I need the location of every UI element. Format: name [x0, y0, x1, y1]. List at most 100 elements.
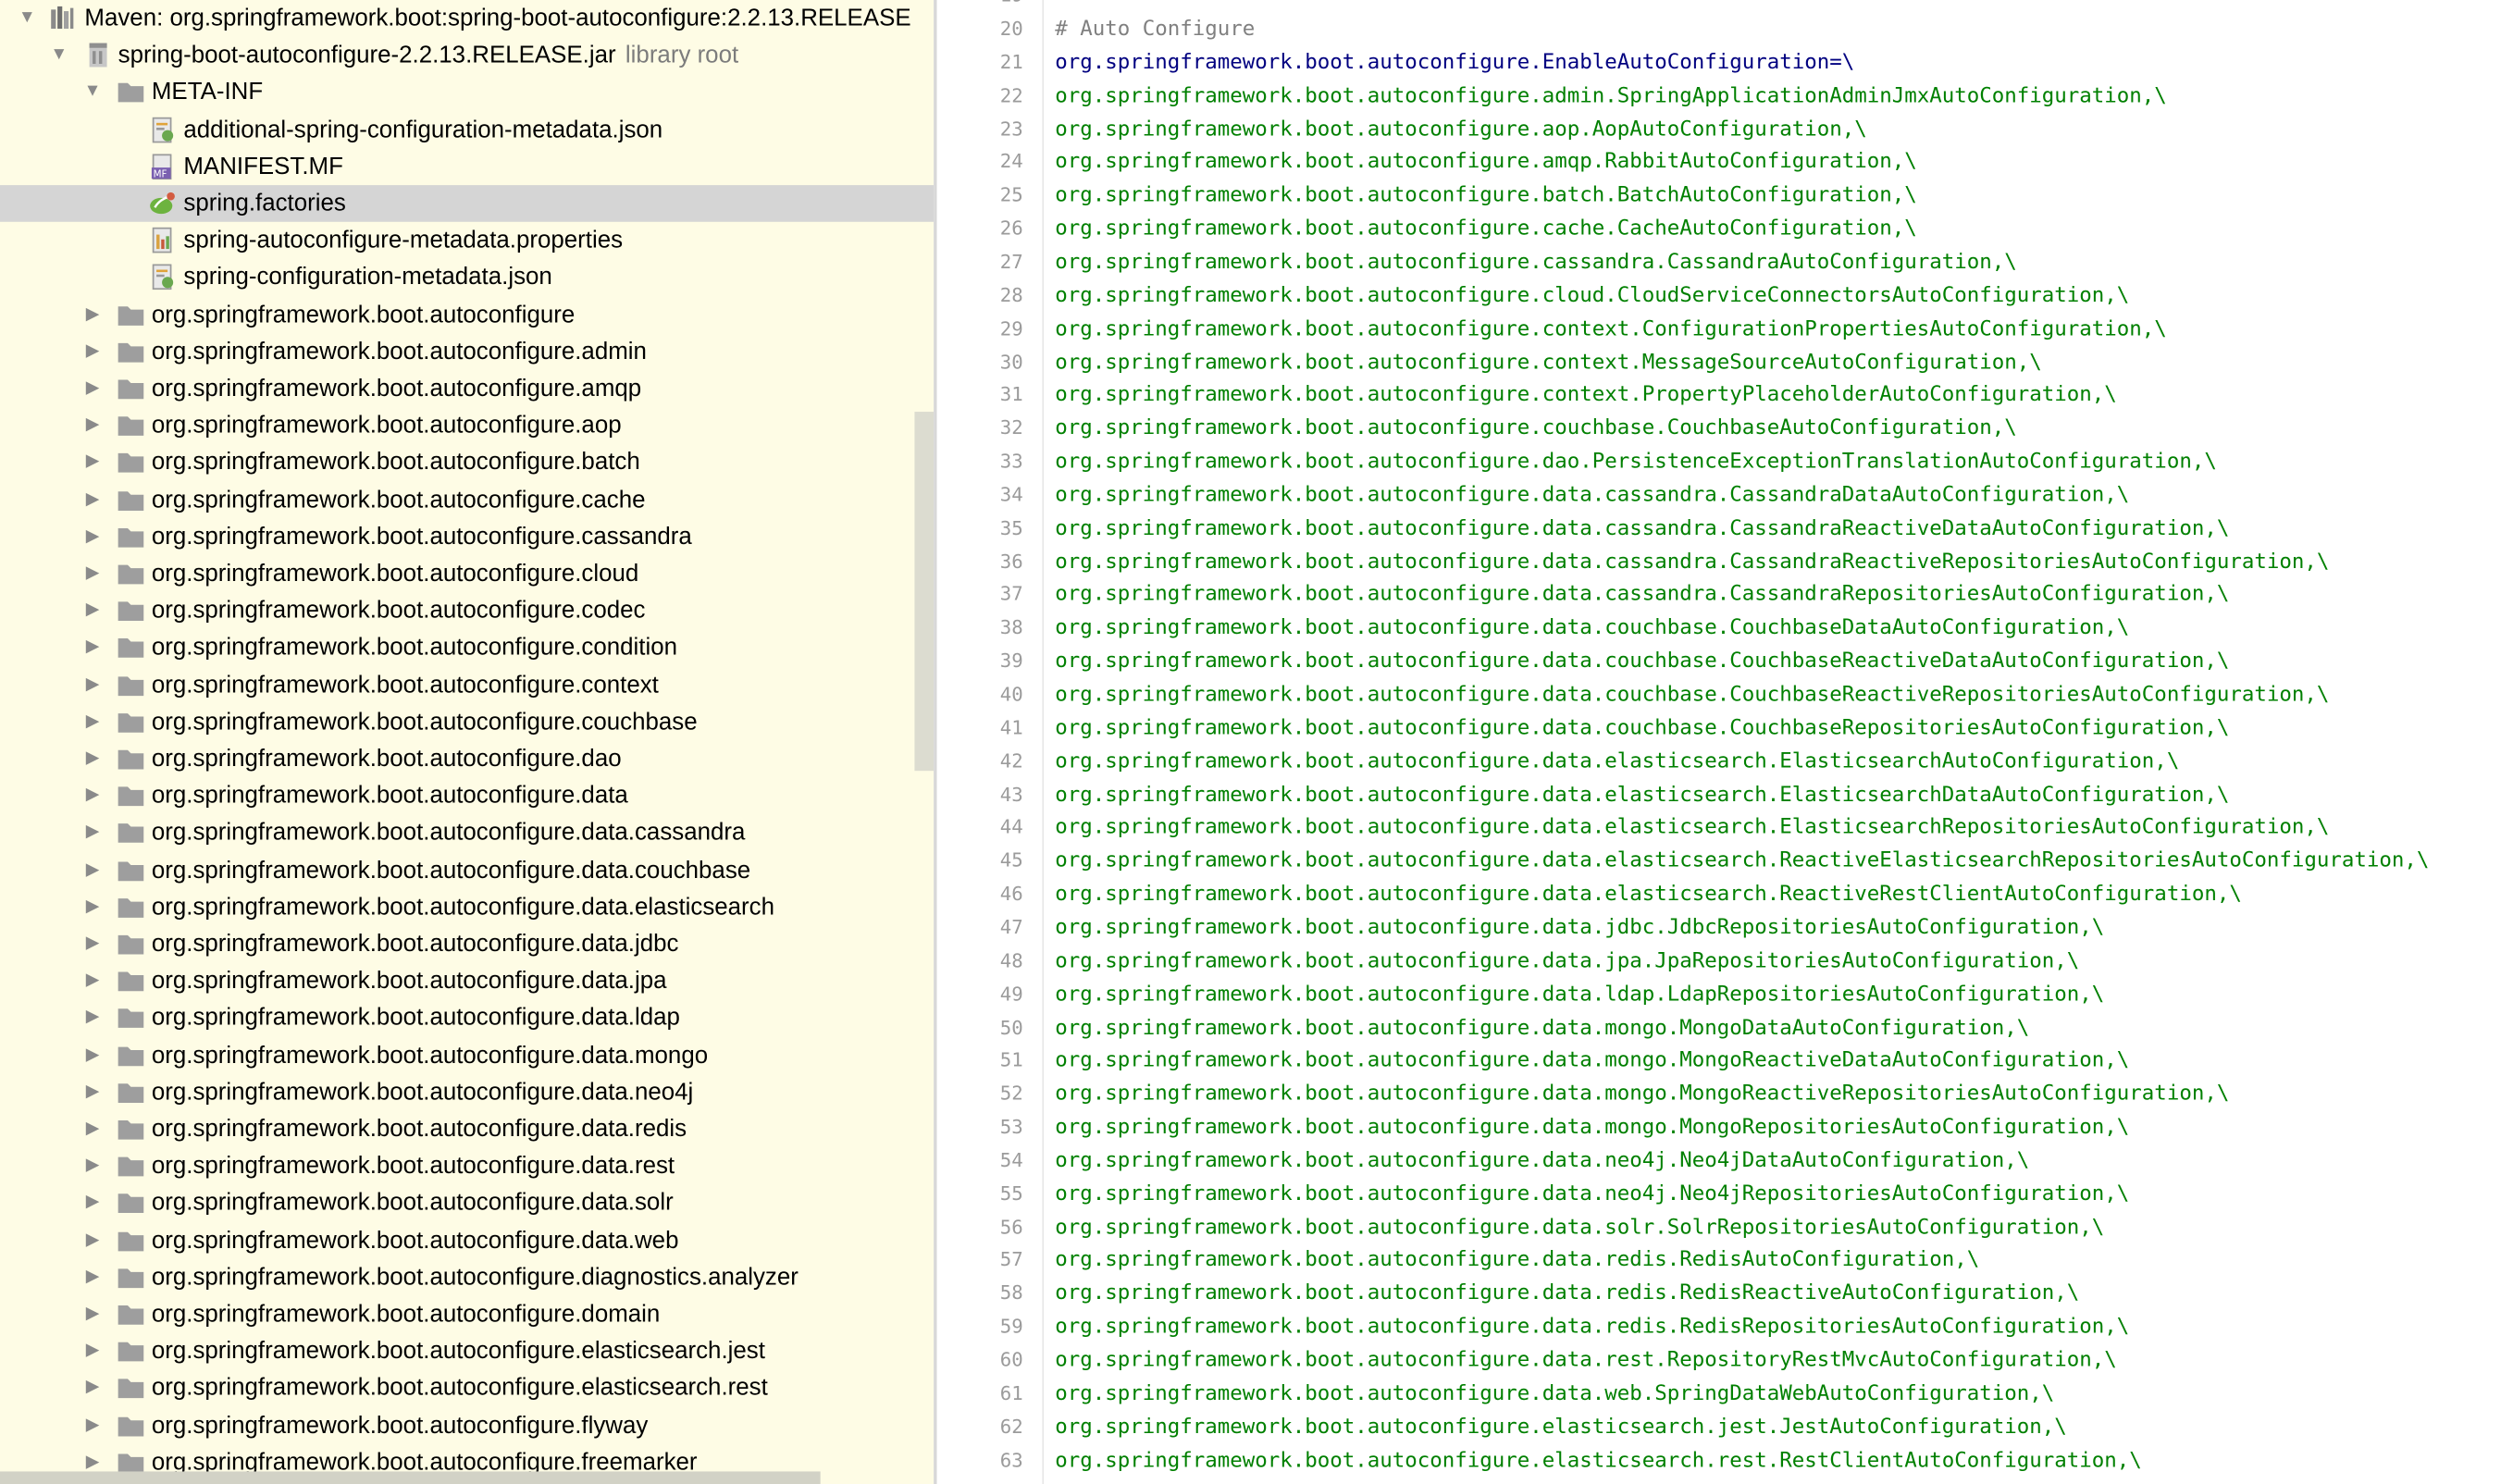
tree-item[interactable]: spring.factories: [0, 185, 935, 222]
chevron-right-icon[interactable]: ▶: [81, 740, 104, 777]
tree-item[interactable]: ▶ org.springframework.boot.autoconfigure.…: [0, 777, 934, 814]
chevron-right-icon[interactable]: ▶: [81, 555, 104, 592]
tree-item[interactable]: additional-spring-configuration-metadata…: [0, 111, 934, 148]
tree-item[interactable]: ▶ org.springframework.boot.autoconfigure.…: [0, 888, 934, 925]
chevron-down-icon[interactable]: ▼: [48, 37, 70, 74]
tree-item[interactable]: ▶ org.springframework.boot.autoconfigure.…: [0, 926, 934, 963]
tree-item[interactable]: ▼ META-INF: [0, 74, 934, 111]
property-value[interactable]: org.springframework.boot.autoconfigure.a…: [1055, 146, 1917, 179]
tree-item[interactable]: ▶ org.springframework.boot.autoconfigure.…: [0, 1333, 934, 1370]
property-value[interactable]: org.springframework.boot.autoconfigure.d…: [1055, 1211, 2104, 1244]
chevron-right-icon[interactable]: ▶: [81, 1370, 104, 1407]
tree-item[interactable]: ▶ org.springframework.boot.autoconfigure.…: [0, 518, 934, 555]
tree-item[interactable]: ▶ org.springframework.boot.autoconfigure.…: [0, 333, 934, 370]
property-value[interactable]: org.springframework.boot.autoconfigure.e…: [1055, 1410, 2067, 1443]
chevron-right-icon[interactable]: ▶: [81, 1148, 104, 1185]
tree-item[interactable]: ▶ org.springframework.boot.autoconfigure.…: [0, 1407, 934, 1444]
chevron-right-icon[interactable]: ▶: [81, 407, 104, 444]
property-value[interactable]: org.springframework.boot.autoconfigure.c…: [1055, 246, 2017, 279]
property-value[interactable]: org.springframework.boot.autoconfigure.c…: [1055, 378, 2117, 412]
tree-item[interactable]: ▶ org.springframework.boot.autoconfigure.…: [0, 1222, 934, 1259]
tree-item[interactable]: ▶ org.springframework.boot.autoconfigure.…: [0, 1037, 934, 1074]
property-value[interactable]: org.springframework.boot.autoconfigure.d…: [1055, 512, 2229, 545]
property-value[interactable]: org.springframework.boot.autoconfigure.d…: [1055, 612, 2129, 645]
property-value[interactable]: org.springframework.boot.autoconfigure.d…: [1055, 1011, 2029, 1045]
property-value[interactable]: org.springframework.boot.autoconfigure.d…: [1055, 1244, 1979, 1278]
chevron-right-icon[interactable]: ▶: [81, 592, 104, 629]
property-value[interactable]: org.springframework.boot.autoconfigure.d…: [1055, 845, 2429, 878]
chevron-right-icon[interactable]: ▶: [81, 1333, 104, 1370]
chevron-right-icon[interactable]: ▶: [81, 518, 104, 555]
chevron-right-icon[interactable]: ▶: [81, 962, 104, 999]
property-value[interactable]: org.springframework.boot.autoconfigure.c…: [1055, 412, 2017, 445]
tree-item[interactable]: ▶ org.springframework.boot.autoconfigure.…: [0, 481, 934, 518]
chevron-right-icon[interactable]: ▶: [81, 1111, 104, 1148]
tree-item[interactable]: ▶ org.springframework.boot.autoconfigure: [0, 296, 934, 333]
tree-item[interactable]: ▼ spring-boot-autoconfigure-2.2.13.RELEAS…: [0, 37, 934, 74]
tree-item[interactable]: ▶ org.springframework.boot.autoconfigure.…: [0, 444, 934, 481]
tree-item[interactable]: ▶ org.springframework.boot.autoconfigure.…: [0, 851, 934, 888]
chevron-right-icon[interactable]: ▶: [81, 703, 104, 740]
tree-item[interactable]: ▶ org.springframework.boot.autoconfigure.…: [0, 962, 934, 999]
tree-item[interactable]: ▶ org.springframework.boot.autoconfigure.…: [0, 703, 934, 740]
property-value[interactable]: org.springframework.boot.autoconfigure.d…: [1055, 578, 2229, 612]
chevron-right-icon[interactable]: ▶: [81, 1000, 104, 1037]
property-value[interactable]: org.springframework.boot.autoconfigure.d…: [1055, 678, 2329, 711]
chevron-right-icon[interactable]: ▶: [81, 1074, 104, 1111]
property-value[interactable]: org.springframework.boot.autoconfigure.c…: [1055, 312, 2167, 345]
property-value[interactable]: org.springframework.boot.autoconfigure.d…: [1055, 778, 2229, 811]
chevron-right-icon[interactable]: ▶: [81, 444, 104, 481]
chevron-right-icon[interactable]: ▶: [81, 814, 104, 851]
tree-item[interactable]: ▶ org.springframework.boot.autoconfigure.…: [0, 1259, 934, 1296]
property-value[interactable]: org.springframework.boot.autoconfigure.c…: [1055, 279, 2129, 313]
property-value[interactable]: org.springframework.boot.autoconfigure.d…: [1055, 711, 2229, 745]
property-value[interactable]: org.springframework.boot.autoconfigure.d…: [1055, 811, 2329, 845]
chevron-right-icon[interactable]: ▶: [81, 926, 104, 963]
chevron-right-icon[interactable]: ▶: [81, 1037, 104, 1074]
chevron-right-icon[interactable]: ▶: [81, 629, 104, 666]
property-value[interactable]: org.springframework.boot.autoconfigure.d…: [1055, 1343, 2117, 1377]
tree-vertical-scrollbar[interactable]: [914, 412, 935, 772]
tree-item[interactable]: spring-configuration-metadata.json: [0, 259, 934, 296]
tree-item[interactable]: ▶ org.springframework.boot.autoconfigure.…: [0, 1074, 934, 1111]
tree-item[interactable]: ▶ org.springframework.boot.autoconfigure.…: [0, 1111, 934, 1148]
property-value[interactable]: org.springframework.boot.autoconfigure.d…: [1055, 745, 2179, 778]
property-value[interactable]: org.springframework.boot.autoconfigure.d…: [1055, 945, 2079, 978]
property-value[interactable]: org.springframework.boot.autoconfigure.e…: [1055, 1443, 2142, 1477]
tree-item[interactable]: ▶ org.springframework.boot.autoconfigure.…: [0, 814, 934, 851]
property-value[interactable]: org.springframework.boot.autoconfigure.c…: [1055, 213, 1917, 246]
property-value[interactable]: org.springframework.boot.autoconfigure.d…: [1055, 1111, 2129, 1144]
chevron-right-icon[interactable]: ▶: [81, 1185, 104, 1222]
chevron-down-icon[interactable]: ▼: [16, 0, 38, 37]
chevron-right-icon[interactable]: ▶: [81, 1296, 104, 1333]
chevron-down-icon[interactable]: ▼: [81, 74, 104, 111]
property-value[interactable]: org.springframework.boot.autoconfigure.d…: [1055, 1045, 2129, 1078]
property-value[interactable]: org.springframework.boot.autoconfigure.d…: [1055, 445, 2217, 478]
chevron-right-icon[interactable]: ▶: [81, 1222, 104, 1259]
property-value[interactable]: org.springframework.boot.autoconfigure.d…: [1055, 1278, 2079, 1311]
property-value[interactable]: org.springframework.boot.autoconfigure.c…: [1055, 345, 2042, 378]
chevron-right-icon[interactable]: ▶: [81, 777, 104, 814]
property-value[interactable]: org.springframework.boot.autoconfigure.d…: [1055, 1078, 2229, 1111]
tree-item[interactable]: ▶ org.springframework.boot.autoconfigure.…: [0, 1000, 934, 1037]
property-value[interactable]: org.springframework.boot.autoconfigure.d…: [1055, 1144, 2029, 1178]
property-value[interactable]: org.springframework.boot.autoconfigure.b…: [1055, 179, 1917, 213]
property-value[interactable]: org.springframework.boot.autoconfigure.d…: [1055, 645, 2229, 678]
property-value[interactable]: org.springframework.boot.autoconfigure.d…: [1055, 878, 2242, 911]
tree-item[interactable]: ▶ org.springframework.boot.autoconfigure.…: [0, 666, 934, 703]
chevron-right-icon[interactable]: ▶: [81, 333, 104, 370]
tree-item[interactable]: MF MANIFEST.MF: [0, 148, 934, 185]
property-value[interactable]: org.springframework.boot.autoconfigure.d…: [1055, 1377, 2054, 1410]
property-value[interactable]: org.springframework.boot.autoconfigure.d…: [1055, 1310, 2129, 1343]
code-comment[interactable]: # Auto Configure: [1055, 13, 1255, 46]
chevron-right-icon[interactable]: ▶: [81, 481, 104, 518]
tree-item[interactable]: ▶ org.springframework.boot.autoconfigure.…: [0, 1296, 934, 1333]
tree-item[interactable]: ▶ org.springframework.boot.autoconfigure.…: [0, 629, 934, 666]
property-value[interactable]: org.springframework.boot.autoconfigure.a…: [1055, 113, 1867, 146]
chevron-right-icon[interactable]: ▶: [81, 1407, 104, 1444]
tree-item[interactable]: ▶ org.springframework.boot.autoconfigure.…: [0, 740, 934, 777]
property-value[interactable]: org.springframework.boot.autoconfigure.d…: [1055, 545, 2329, 578]
tree-item[interactable]: ▶ org.springframework.boot.autoconfigure.…: [0, 370, 934, 407]
tree-item[interactable]: ▼ Maven: org.springframework.boot:spring-…: [0, 0, 934, 37]
chevron-right-icon[interactable]: ▶: [81, 370, 104, 407]
